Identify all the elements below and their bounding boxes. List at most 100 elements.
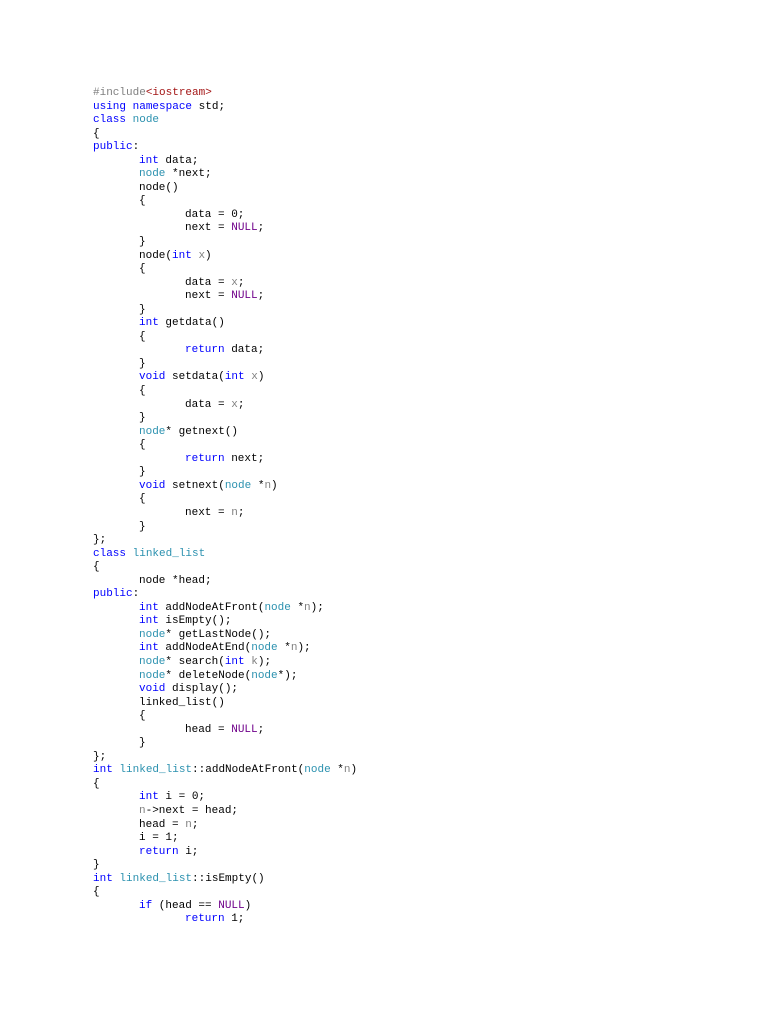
code-token: x bbox=[251, 371, 258, 384]
code-token: NULL bbox=[218, 899, 245, 912]
code-token: ); bbox=[257, 655, 272, 668]
code-token: i = 0; bbox=[158, 791, 206, 804]
code-token: node bbox=[251, 642, 278, 655]
code-token: int bbox=[224, 655, 245, 668]
code-line: { bbox=[93, 886, 357, 900]
code-token: i; bbox=[178, 845, 199, 858]
code-line: data = 0; bbox=[93, 209, 357, 223]
code-token: node bbox=[139, 425, 166, 438]
code-token: n bbox=[304, 601, 311, 614]
code-token: node bbox=[304, 764, 331, 777]
code-line: return i; bbox=[93, 846, 357, 860]
code-line: } bbox=[93, 236, 357, 250]
code-line: if (head == NULL) bbox=[93, 900, 357, 914]
code-token: void bbox=[139, 683, 166, 696]
code-token: class bbox=[93, 114, 127, 127]
code-line: } bbox=[93, 412, 357, 426]
code-token: node *head; bbox=[139, 574, 212, 587]
code-token: (head == bbox=[152, 899, 219, 912]
code-token: return bbox=[139, 845, 179, 858]
code-line: { bbox=[93, 195, 357, 209]
code-token: node bbox=[139, 168, 166, 181]
code-token: ; bbox=[237, 398, 245, 411]
code-line: node* getnext() bbox=[93, 426, 357, 440]
code-line: int addNodeAtFront(node *n); bbox=[93, 602, 357, 616]
code-token: x bbox=[231, 398, 238, 411]
code-line: int linked_list::addNodeAtFront(node *n) bbox=[93, 764, 357, 778]
code-token: ; bbox=[257, 723, 265, 736]
code-token: ->next = head; bbox=[145, 804, 239, 817]
code-token: * bbox=[251, 479, 265, 492]
code-token: int bbox=[139, 601, 159, 614]
code-token: } bbox=[139, 412, 146, 425]
code-token: * bbox=[330, 764, 344, 777]
code-token: addNodeAtEnd( bbox=[158, 642, 252, 655]
code-token: next; bbox=[224, 452, 265, 465]
code-token: } bbox=[139, 303, 146, 316]
code-token: display(); bbox=[165, 683, 239, 696]
code-token: int bbox=[172, 249, 192, 262]
code-token: using bbox=[93, 100, 127, 113]
code-token: { bbox=[139, 263, 146, 276]
code-token: node bbox=[139, 628, 166, 641]
code-token: * bbox=[277, 642, 291, 655]
code-token: ::isEmpty() bbox=[192, 872, 265, 885]
code-token: ) bbox=[271, 479, 278, 492]
code-token: { bbox=[93, 886, 100, 899]
code-token: int bbox=[139, 791, 159, 804]
code-token: : bbox=[132, 141, 140, 154]
code-token: setdata( bbox=[165, 371, 225, 384]
code-token: int bbox=[139, 154, 159, 167]
code-token: node bbox=[139, 655, 166, 668]
code-token: next = bbox=[185, 506, 232, 519]
code-line: n->next = head; bbox=[93, 805, 357, 819]
code-token: { bbox=[93, 561, 100, 574]
code-token: void bbox=[139, 479, 166, 492]
code-token: } bbox=[139, 466, 146, 479]
code-line: i = 1; bbox=[93, 832, 357, 846]
code-token: if bbox=[139, 899, 153, 912]
code-token: { bbox=[139, 493, 146, 506]
code-token: } bbox=[139, 357, 146, 370]
code-token: ; bbox=[237, 276, 245, 289]
code-line: int getdata() bbox=[93, 317, 357, 331]
code-token: node() bbox=[139, 181, 179, 194]
code-token: { bbox=[139, 195, 146, 208]
code-token: int bbox=[139, 615, 159, 628]
code-token: linked_list bbox=[119, 764, 193, 777]
code-token: int bbox=[93, 764, 113, 777]
code-line: head = NULL; bbox=[93, 724, 357, 738]
code-line: int linked_list::isEmpty() bbox=[93, 873, 357, 887]
code-token: getdata() bbox=[158, 317, 225, 330]
code-token: ); bbox=[310, 601, 324, 614]
code-token: ) bbox=[350, 764, 358, 777]
code-line: return data; bbox=[93, 344, 357, 358]
code-token: node bbox=[251, 669, 278, 682]
code-token: { bbox=[139, 385, 146, 398]
code-line: node() bbox=[93, 182, 357, 196]
code-token: * bbox=[290, 601, 305, 614]
code-line: head = n; bbox=[93, 819, 357, 833]
code-token: isEmpty(); bbox=[158, 615, 232, 628]
code-line: node* deleteNode(node*); bbox=[93, 670, 357, 684]
code-token: head = bbox=[139, 818, 186, 831]
code-line: next = NULL; bbox=[93, 290, 357, 304]
code-line: } bbox=[93, 466, 357, 480]
code-token: * getnext() bbox=[165, 425, 239, 438]
code-token: i = 1; bbox=[139, 832, 179, 845]
code-line: { bbox=[93, 710, 357, 724]
code-token: ; bbox=[191, 818, 199, 831]
code-token: k bbox=[251, 655, 258, 668]
code-token: return bbox=[185, 913, 225, 926]
code-token: namespace bbox=[132, 100, 193, 113]
code-token: #include bbox=[93, 87, 146, 99]
code-line: int addNodeAtEnd(node *n); bbox=[93, 642, 357, 656]
code-token: return bbox=[185, 452, 225, 465]
code-line: return 1; bbox=[93, 913, 357, 927]
code-token: data = bbox=[185, 276, 232, 289]
code-token: *next; bbox=[165, 168, 212, 181]
code-line: class node bbox=[93, 114, 357, 128]
code-token: ; bbox=[257, 290, 265, 303]
code-token: ); bbox=[297, 642, 311, 655]
